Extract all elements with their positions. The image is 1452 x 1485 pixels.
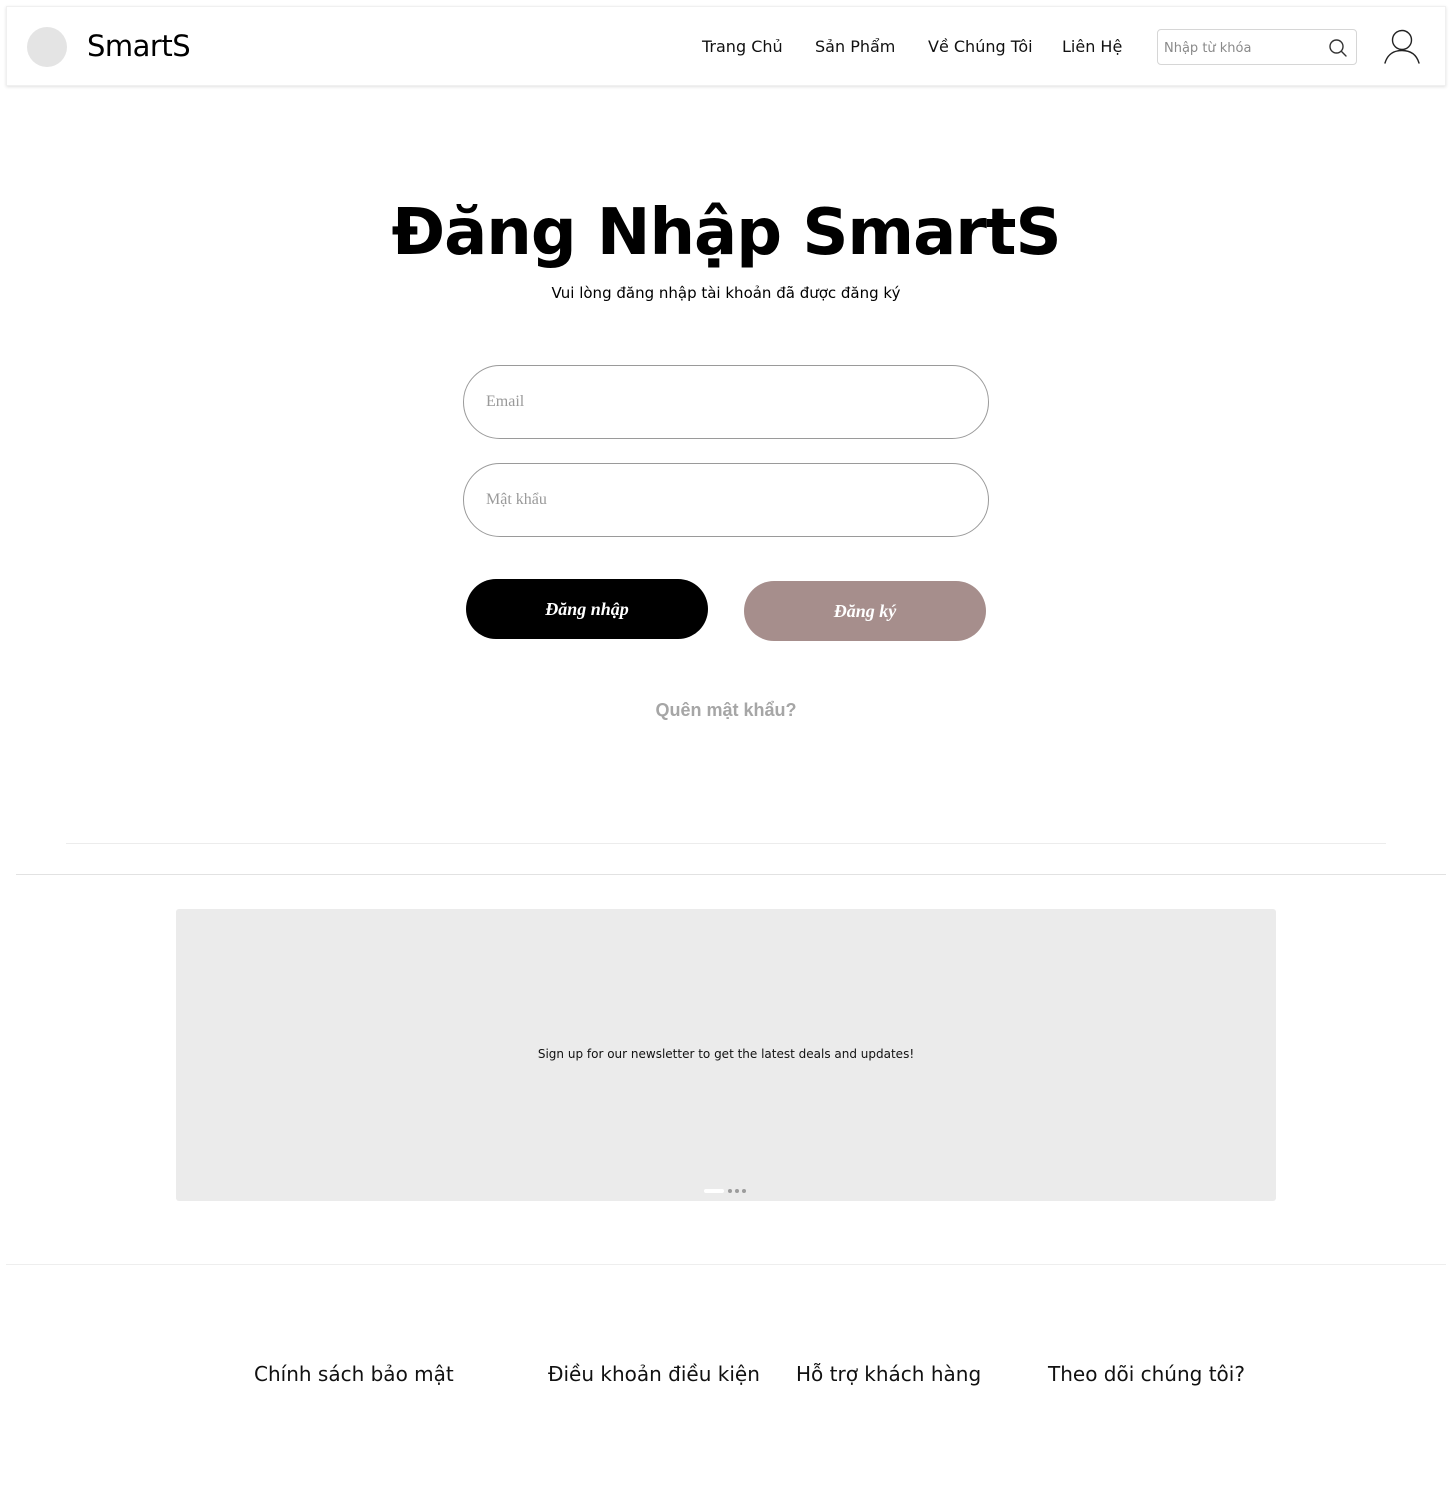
page-title: Đăng Nhập SmartS — [391, 196, 1061, 270]
footer-link-privacy[interactable]: Chính sách bảo mật — [254, 1362, 454, 1386]
newsletter-text: Sign up for our newsletter to get the la… — [537, 1047, 915, 1061]
carousel-indicator[interactable] — [742, 1189, 746, 1193]
carousel-indicator[interactable] — [728, 1189, 732, 1193]
nav-item-about[interactable]: Về Chúng Tôi — [928, 37, 1033, 56]
forgot-password-link[interactable]: Quên mật khẩu? — [0, 700, 1452, 721]
footer-link-follow[interactable]: Theo dõi chúng tôi? — [1048, 1362, 1245, 1386]
login-button[interactable]: Đăng nhập — [466, 579, 708, 639]
page-subtitle: Vui lòng đăng nhập tài khoản đã được đăn… — [551, 284, 901, 302]
search-icon[interactable] — [1328, 38, 1348, 58]
brand-name[interactable]: SmartS — [87, 29, 191, 63]
nav-item-contact[interactable]: Liên Hệ — [1062, 37, 1122, 56]
footer-link-support[interactable]: Hỗ trợ khách hàng — [796, 1362, 981, 1386]
search-box — [1157, 29, 1357, 65]
divider — [66, 843, 1386, 844]
divider — [6, 1264, 1446, 1265]
email-field[interactable] — [463, 365, 989, 439]
divider — [16, 874, 1446, 875]
nav-item-products[interactable]: Sản Phẩm — [815, 37, 895, 56]
site-header: SmartS Trang Chủ Sản Phẩm Về Chúng Tôi L… — [6, 6, 1446, 86]
logo-icon[interactable] — [27, 27, 67, 67]
nav-item-home[interactable]: Trang Chủ — [702, 37, 783, 56]
footer-link-terms[interactable]: Điều khoản điều kiện — [548, 1362, 760, 1386]
carousel-indicator-active[interactable] — [704, 1189, 724, 1193]
newsletter-banner[interactable]: Sign up for our newsletter to get the la… — [176, 909, 1276, 1201]
register-button[interactable]: Đăng ký — [744, 581, 986, 641]
password-field[interactable] — [463, 463, 989, 537]
search-input[interactable] — [1164, 36, 1324, 60]
carousel-indicator[interactable] — [735, 1189, 739, 1193]
user-icon[interactable] — [1383, 29, 1421, 65]
